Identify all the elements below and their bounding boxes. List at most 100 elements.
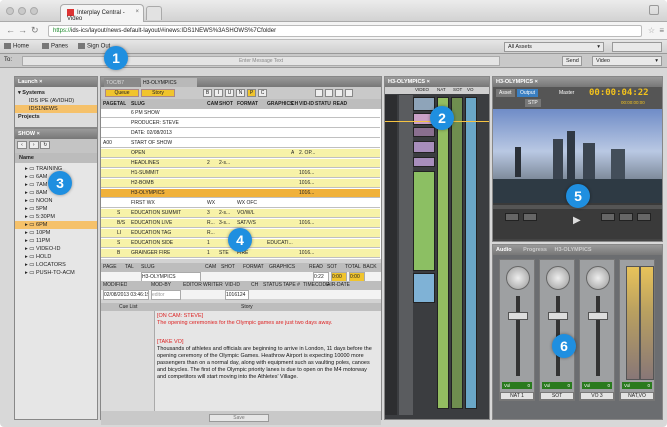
table-row[interactable]: H3-OLYMPICS 1016... — [101, 189, 380, 198]
table-row[interactable]: H2-BOMB 1016... — [101, 179, 380, 188]
vol-readout[interactable]: Vol 0 — [542, 382, 572, 389]
format-button-c[interactable]: C — [258, 89, 267, 97]
link-icon[interactable] — [315, 89, 323, 97]
table-row[interactable]: B/S EDUCATION LIVE R... 3-s... SAT/V/S 1016..… — [101, 219, 380, 228]
queue-button[interactable]: Queue — [105, 89, 139, 97]
show-item[interactable]: ▸ ▭ VIDEO-ID — [15, 245, 97, 253]
column-header[interactable]: SHOT — [219, 100, 233, 108]
system-item-selected[interactable]: IDS1NEWS — [15, 105, 97, 113]
format-button-i[interactable]: I — [214, 89, 223, 97]
nav-back-icon[interactable]: ‹ — [17, 141, 27, 149]
table-row[interactable]: HEADLINES 2 2-s... — [101, 159, 380, 168]
zoom-window-button[interactable] — [30, 7, 38, 15]
mark-in-button[interactable] — [505, 213, 519, 221]
format-button-n[interactable]: N — [236, 89, 245, 97]
message-input[interactable]: Enter Message Text — [22, 56, 500, 66]
video-clip-thumb[interactable] — [413, 141, 435, 153]
column-header[interactable]: PAGE — [103, 100, 117, 108]
name-column-header[interactable]: Name — [15, 153, 97, 163]
tab-close-button[interactable]: × — [135, 9, 139, 15]
pan-knob[interactable] — [586, 266, 610, 290]
show-item[interactable]: ▸ ▭ HOLD — [15, 253, 97, 261]
show-item[interactable]: ▸ ▭ 5:30PM — [15, 213, 97, 221]
show-item[interactable]: ▸ ▭ 10PM — [15, 229, 97, 237]
show-item[interactable]: ▸ ▭ 11PM — [15, 237, 97, 245]
column-header[interactable]: GRAPHICS — [267, 100, 293, 108]
nav-forward-icon[interactable]: › — [28, 141, 39, 149]
nat-track-clip[interactable] — [437, 97, 449, 409]
home-button[interactable]: Home — [4, 43, 29, 50]
lock-icon[interactable] — [345, 89, 353, 97]
table-row[interactable]: 6 PM SHOW — [101, 109, 380, 118]
play-icon[interactable]: ▶ — [573, 215, 581, 226]
save-button[interactable]: Save — [209, 414, 269, 422]
audio-tab[interactable]: Audio — [496, 247, 512, 253]
vol-readout[interactable]: Vol 0 — [502, 382, 532, 389]
table-row[interactable]: DATE: 02/08/2013 — [101, 129, 380, 138]
table-row[interactable]: OPEN A 2. OP... — [101, 149, 380, 158]
video-track-clip[interactable] — [413, 171, 435, 271]
show-item[interactable]: ▸ ▭ 5PM — [15, 205, 97, 213]
table-row[interactable]: PRODUCER: STEVE — [101, 119, 380, 128]
table-row[interactable]: S EDUCATION SUMMIT 3 2-s... VO/W/L — [101, 209, 380, 218]
vo-track-clip[interactable] — [465, 97, 477, 409]
video-clip-thumb[interactable] — [413, 157, 435, 167]
video-track-clip[interactable] — [413, 273, 435, 303]
column-header[interactable]: TAL — [117, 100, 126, 108]
back-arrow-icon[interactable]: ← — [6, 26, 15, 35]
forward-arrow-icon[interactable]: → — [18, 26, 27, 35]
pan-knob[interactable] — [506, 266, 530, 290]
print-icon[interactable] — [335, 89, 343, 97]
close-icon[interactable]: × — [535, 79, 538, 85]
column-header[interactable]: FORMAT — [237, 100, 258, 108]
panes-button[interactable]: Panes — [42, 43, 68, 50]
column-header[interactable]: READ — [333, 100, 347, 108]
asset-toggle[interactable]: Asset — [496, 89, 515, 97]
output-toggle[interactable]: Output — [517, 89, 539, 97]
show-item[interactable]: ▸ ▭ LOCATORS — [15, 261, 97, 269]
vol-readout[interactable]: Vol 0 — [582, 382, 612, 389]
column-header[interactable]: SLUG — [131, 100, 145, 108]
table-row[interactable]: FIRST WX WX WX OFC — [101, 199, 380, 208]
video-clip-thumb[interactable] — [413, 127, 435, 137]
close-icon[interactable]: × — [37, 131, 40, 137]
tab-h3-olympics[interactable]: H3-OLYMPICS — [141, 78, 197, 87]
vol-readout[interactable]: Vol 0 — [622, 382, 652, 389]
reload-icon[interactable]: ↻ — [31, 26, 39, 35]
show-item[interactable]: ▸ ▭ PUSH-TO-ACM — [15, 269, 97, 277]
fader-handle[interactable] — [508, 312, 528, 320]
system-item[interactable]: IDS IPE (AVIDHD) — [15, 97, 97, 105]
vid-id-field[interactable]: 1016124 — [225, 290, 249, 300]
fader-handle[interactable] — [588, 312, 608, 320]
bookmark-star-icon[interactable]: ☆ — [648, 26, 655, 35]
menu-icon[interactable]: ≡ — [659, 26, 664, 35]
search-field[interactable] — [612, 42, 662, 52]
column-header[interactable]: CAM — [207, 100, 218, 108]
go-to-end-button[interactable] — [637, 213, 651, 221]
new-tab-button[interactable] — [146, 6, 162, 20]
stp-button[interactable]: STP — [525, 99, 541, 107]
show-item[interactable]: ▸ ▭ 6PM — [15, 221, 97, 229]
close-icon[interactable]: × — [39, 79, 42, 85]
story-button[interactable]: Story — [141, 89, 175, 97]
browser-tab[interactable]: Interplay Central - Video × — [60, 4, 144, 22]
table-row[interactable]: A00 START OF SHOW — [101, 139, 380, 148]
fullscreen-icon[interactable] — [649, 5, 659, 15]
format-button-p[interactable]: P — [247, 89, 256, 97]
timeline-ruler[interactable] — [385, 95, 397, 415]
systems-node[interactable]: ▾ Systems — [15, 89, 97, 97]
fader-handle[interactable] — [548, 312, 568, 320]
video-select[interactable]: Video ▾ — [592, 56, 662, 66]
pan-knob[interactable] — [546, 266, 570, 290]
progress-tab[interactable]: Progress — [523, 247, 547, 253]
close-icon[interactable]: × — [427, 79, 430, 85]
column-header[interactable]: STATU — [315, 100, 331, 108]
video-clip-thumb[interactable] — [413, 97, 435, 111]
column-header[interactable]: VID-ID — [299, 100, 314, 108]
fast-forward-button[interactable] — [619, 213, 633, 221]
format-button-u[interactable]: U — [225, 89, 234, 97]
table-row[interactable]: H1-SUMMIT 1016... — [101, 169, 380, 178]
minimize-window-button[interactable] — [18, 7, 26, 15]
refresh-icon[interactable]: ↻ — [40, 141, 51, 149]
story-text[interactable]: [ON CAM: STEVE] The opening ceremonies f… — [157, 313, 377, 381]
